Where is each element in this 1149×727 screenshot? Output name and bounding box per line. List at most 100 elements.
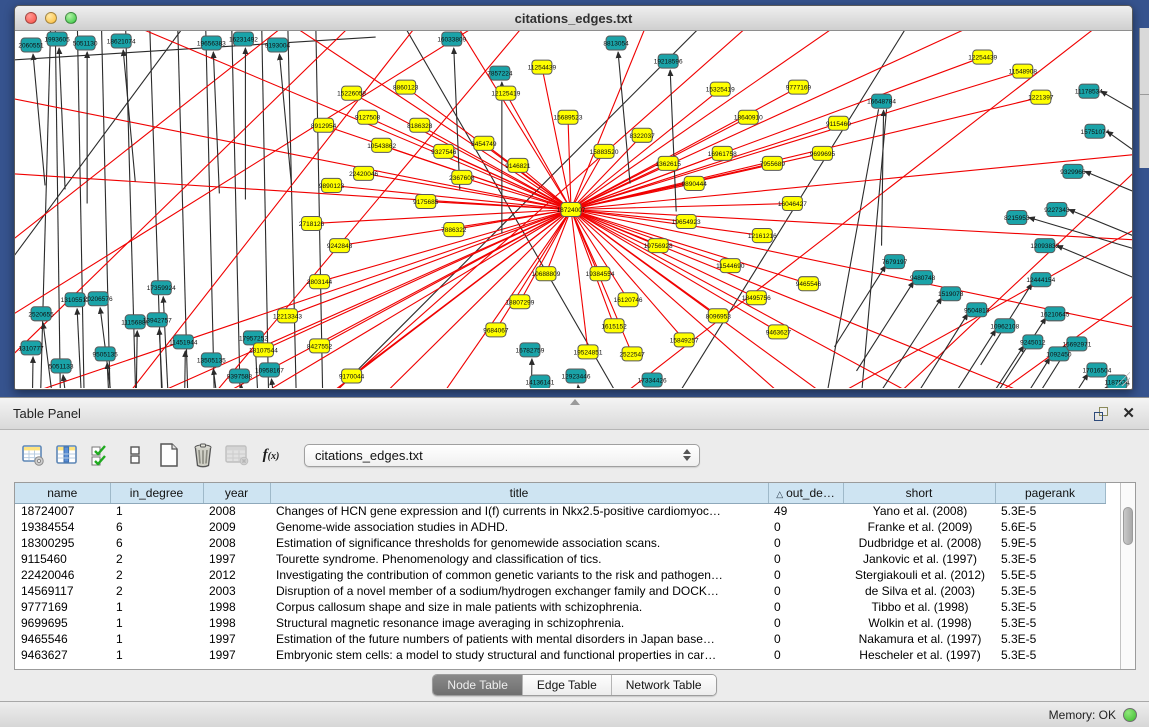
black-edge[interactable] (578, 385, 592, 388)
graph-node[interactable]: 10543862 (367, 138, 396, 152)
black-edge[interactable] (183, 351, 185, 388)
graph-node[interactable]: 10688809 (531, 267, 560, 281)
table-row[interactable]: 1938455462009Genome-wide association stu… (15, 519, 1105, 535)
graph-node[interactable]: 9480748 (910, 271, 936, 285)
table-row[interactable]: 1830029562008Estimation of significance … (15, 535, 1105, 551)
graph-node[interactable]: 9245012 (1020, 335, 1046, 349)
graph-node[interactable]: 2367608 (449, 170, 475, 184)
graph-node[interactable]: 9115460 (826, 116, 851, 130)
black-edge[interactable] (939, 330, 996, 388)
graph-node[interactable]: 8096953 (706, 309, 732, 323)
graph-node[interactable]: 8215953 (1004, 211, 1030, 225)
graph-node[interactable]: 5051130 (73, 36, 98, 50)
graph-node[interactable]: 9227343 (1044, 202, 1070, 216)
network-canvas[interactable]: 206055119936055051130 18621074 19656383162… (15, 31, 1132, 388)
column-header-pagerank[interactable]: pagerank (995, 483, 1105, 503)
table-row[interactable]: 977716911998Corpus callosum shape and si… (15, 599, 1105, 615)
black-edge[interactable] (31, 357, 33, 388)
red-edge[interactable] (15, 31, 366, 382)
tab-node-table[interactable]: Node Table (433, 675, 523, 695)
graph-node[interactable]: 2803144 (307, 275, 333, 289)
graph-node[interactable]: 15883520 (590, 144, 619, 158)
graph-node[interactable]: 2060551 (18, 38, 44, 52)
table-row[interactable]: 1872400712008Changes of HCN gene express… (15, 503, 1105, 519)
graph-node[interactable]: 19656383 (197, 36, 226, 50)
graph-node[interactable]: 13942757 (143, 313, 172, 327)
graph-node[interactable]: 9146821 (505, 158, 531, 172)
split-pane-handle[interactable] (570, 399, 580, 405)
graph-node[interactable]: 9505135 (93, 347, 119, 361)
graph-node[interactable]: 1519078 (938, 287, 964, 301)
graph-node[interactable]: 19756928 (644, 239, 673, 253)
red-edge[interactable] (571, 31, 1027, 210)
network-window[interactable]: citations_edges.txt 20605511993605505113… (14, 5, 1133, 390)
graph-node[interactable]: 11451944 (169, 335, 198, 349)
graph-node[interactable]: 8813054 (603, 36, 629, 50)
graph-node[interactable]: 16961758 (708, 146, 737, 160)
red-edge[interactable] (165, 31, 536, 388)
graph-node[interactable]: 12444154 (1026, 273, 1055, 287)
graph-node[interactable]: 18495756 (742, 291, 771, 305)
graph-node[interactable]: 15692971 (1062, 337, 1091, 351)
graph-node[interactable]: 10958167 (255, 363, 284, 377)
red-edge[interactable] (571, 210, 846, 389)
graph-node[interactable]: 12125419 (491, 86, 520, 100)
red-edge[interactable] (15, 171, 571, 209)
graph-node[interactable]: 12923446 (562, 369, 591, 383)
black-edge[interactable] (159, 329, 165, 388)
graph-node[interactable]: 11548908 (1009, 64, 1038, 78)
black-edge[interactable] (879, 298, 942, 388)
graph-node[interactable]: 9397588 (227, 369, 253, 383)
graph-node[interactable]: 22420046 (349, 166, 378, 180)
column-header-year[interactable]: year (203, 483, 270, 503)
column-header-name[interactable]: name (15, 483, 110, 503)
graph-node[interactable]: 7955689 (760, 156, 786, 170)
graph-node[interactable]: 9127508 (355, 110, 381, 124)
graph-node[interactable]: 2520655 (28, 307, 54, 321)
graph-node[interactable]: 15325419 (706, 82, 735, 96)
graph-node[interactable]: 9170044 (339, 369, 365, 383)
red-edge[interactable] (542, 67, 571, 209)
graph-node[interactable]: 18640910 (734, 110, 763, 124)
network-canvas-container[interactable]: 206055119936055051130 18621074 19656383162… (15, 31, 1132, 388)
black-edge[interactable] (271, 379, 285, 388)
select-columns-icon[interactable] (88, 442, 114, 468)
column-header-title[interactable]: title (270, 483, 768, 503)
table-row[interactable]: 1456911722003Disruption of a novel membe… (15, 583, 1105, 599)
black-edge[interactable] (101, 31, 111, 388)
graph-node[interactable]: 9242848 (327, 239, 353, 253)
black-edge[interactable] (125, 31, 137, 388)
graph-node[interactable]: 18621074 (107, 34, 136, 48)
black-edge[interactable] (1085, 171, 1132, 209)
column-chooser-icon[interactable] (54, 442, 80, 468)
graph-node[interactable]: 14136141 (525, 375, 554, 388)
graph-node[interactable]: 19218596 (654, 54, 683, 68)
graph-node[interactable]: 9193004 (265, 38, 291, 52)
black-edge[interactable] (1031, 374, 1088, 388)
table-row[interactable]: 911546021997Tourette syndrome. Phenomeno… (15, 551, 1105, 567)
table-row[interactable]: 969969511998Structural magnetic resonanc… (15, 615, 1105, 631)
close-icon[interactable]: ✕ (1122, 407, 1135, 421)
black-edge[interactable] (1045, 386, 1108, 388)
graph-node[interactable]: 2718126 (299, 217, 325, 231)
graph-node[interactable]: 9463627 (766, 325, 792, 339)
black-edge[interactable] (857, 109, 887, 388)
graph-node[interactable]: 18807299 (505, 295, 534, 309)
graph-node[interactable]: 16231492 (229, 32, 258, 46)
column-header-in_degree[interactable]: in_degree (110, 483, 203, 503)
graph-node[interactable]: 11544690 (716, 259, 745, 273)
table-settings-icon[interactable] (20, 442, 46, 468)
graph-node[interactable]: 9777169 (786, 80, 812, 94)
table-row[interactable]: 2242004622012Investigating the contribut… (15, 567, 1105, 583)
row-panel-icon[interactable] (122, 442, 148, 468)
graph-node[interactable]: 17359924 (147, 281, 176, 295)
delete-table-icon[interactable] (224, 442, 250, 468)
graph-node[interactable]: 15689523 (554, 110, 583, 124)
black-edge[interactable] (213, 369, 227, 388)
graph-node[interactable]: 1993605 (44, 32, 70, 46)
graph-node[interactable]: 8322037 (629, 128, 655, 142)
memory-indicator[interactable]: Memory: OK (1049, 708, 1137, 722)
float-window-icon[interactable] (1094, 407, 1108, 421)
column-header-short[interactable]: short (843, 483, 995, 503)
black-edge[interactable] (1057, 246, 1132, 296)
